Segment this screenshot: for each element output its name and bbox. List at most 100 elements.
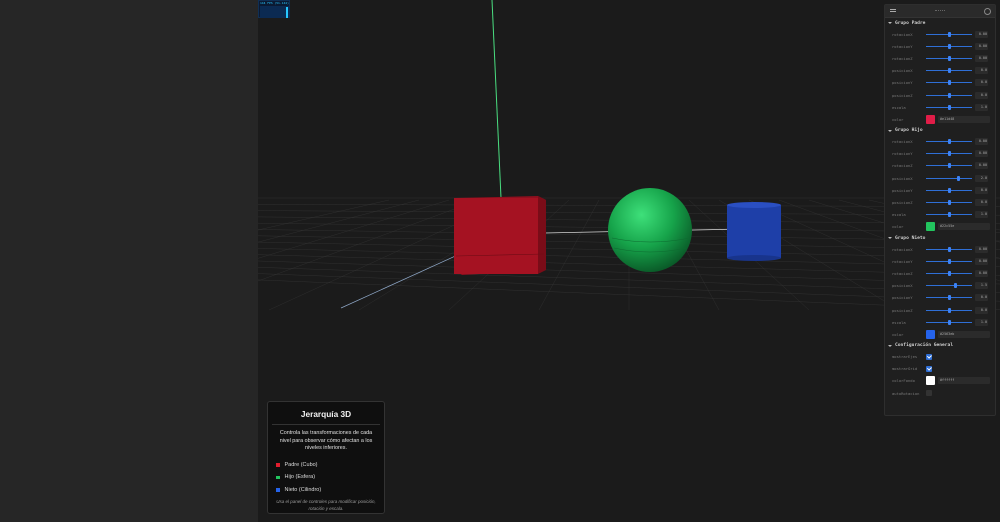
slider-handle[interactable] bbox=[947, 139, 951, 145]
slider[interactable] bbox=[926, 162, 972, 170]
slider-track[interactable] bbox=[926, 177, 972, 179]
number-input[interactable]: 1.0 bbox=[975, 211, 988, 219]
folder-header[interactable]: Configuración General bbox=[885, 341, 995, 351]
fps-stats-panel[interactable]: 144 FPS (51-144) bbox=[258, 0, 290, 18]
slider-handle[interactable] bbox=[947, 212, 951, 218]
color-hex-input[interactable]: #e11d48 bbox=[938, 115, 990, 123]
number-input[interactable]: 1.5 bbox=[975, 282, 988, 290]
folder-title: Grupo Hijo bbox=[895, 128, 923, 133]
color-swatch[interactable] bbox=[926, 376, 935, 386]
caret-down-icon[interactable] bbox=[888, 22, 892, 24]
color-hex-input[interactable]: #22c55e bbox=[938, 223, 990, 231]
caret-down-icon[interactable] bbox=[888, 344, 892, 347]
slider[interactable] bbox=[926, 138, 972, 146]
slider[interactable] bbox=[926, 91, 972, 99]
number-input[interactable]: 0.00 bbox=[975, 138, 988, 146]
slider[interactable] bbox=[926, 245, 972, 253]
slider[interactable] bbox=[926, 150, 972, 158]
slider[interactable] bbox=[926, 269, 972, 277]
number-input[interactable]: 0.00 bbox=[975, 269, 988, 277]
slider[interactable] bbox=[926, 282, 972, 290]
control-row: autoRotacion bbox=[885, 387, 995, 399]
slider-handle[interactable] bbox=[954, 283, 958, 289]
checkbox[interactable] bbox=[926, 390, 932, 397]
number-input[interactable]: 1.0 bbox=[975, 318, 988, 326]
slider-handle[interactable] bbox=[956, 175, 960, 181]
color-swatch[interactable] bbox=[926, 222, 935, 232]
slider[interactable] bbox=[926, 54, 972, 62]
slider-handle[interactable] bbox=[947, 104, 951, 110]
number-input[interactable]: 0.0 bbox=[975, 306, 988, 314]
slider[interactable] bbox=[926, 257, 972, 265]
slider-handle[interactable] bbox=[947, 43, 951, 49]
control-row: posicionZ 0.0 bbox=[885, 89, 995, 101]
color-swatch[interactable] bbox=[926, 329, 935, 339]
control-row: rotacionZ 0.00 bbox=[885, 160, 995, 172]
checkbox[interactable] bbox=[926, 365, 932, 372]
caret-down-icon[interactable] bbox=[888, 237, 892, 239]
control-label: posicionZ bbox=[892, 307, 913, 313]
slider-track[interactable] bbox=[926, 285, 972, 287]
number-input[interactable]: 0.00 bbox=[975, 162, 988, 170]
settings-icon[interactable] bbox=[984, 8, 991, 15]
slider-handle[interactable] bbox=[947, 246, 951, 252]
slider-handle[interactable] bbox=[947, 55, 951, 61]
number-input[interactable]: 0.0 bbox=[975, 67, 988, 75]
number-input[interactable]: 0.00 bbox=[975, 54, 988, 62]
checkbox[interactable] bbox=[926, 353, 932, 360]
folder-header[interactable]: Grupo Padre bbox=[885, 18, 995, 28]
color-hex-input[interactable]: #2563eb bbox=[938, 330, 990, 338]
slider[interactable] bbox=[926, 186, 972, 194]
control-row: rotacionZ 0.00 bbox=[885, 267, 995, 279]
slider-handle[interactable] bbox=[947, 68, 951, 74]
number-input[interactable]: 0.00 bbox=[975, 245, 988, 253]
slider-handle[interactable] bbox=[947, 295, 951, 301]
drag-handle[interactable] bbox=[935, 10, 945, 12]
slider[interactable] bbox=[926, 42, 972, 50]
slider[interactable] bbox=[926, 318, 972, 326]
slider[interactable] bbox=[926, 306, 972, 314]
color-swatch[interactable] bbox=[926, 114, 935, 124]
number-input[interactable]: 0.0 bbox=[975, 199, 988, 207]
control-row: posicionY 0.0 bbox=[885, 184, 995, 196]
slider-handle[interactable] bbox=[947, 31, 951, 37]
slider-handle[interactable] bbox=[947, 163, 951, 169]
slider[interactable] bbox=[926, 294, 972, 302]
number-input[interactable]: 0.00 bbox=[975, 30, 988, 38]
slider[interactable] bbox=[926, 211, 972, 219]
slider-handle[interactable] bbox=[947, 187, 951, 193]
legend: Padre (Cubo) Hijo (Esfera) Nieto (Cilind… bbox=[276, 459, 384, 497]
control-row: rotacionX 0.00 bbox=[885, 28, 995, 40]
slider-handle[interactable] bbox=[947, 270, 951, 276]
slider-handle[interactable] bbox=[947, 92, 951, 98]
number-input[interactable]: 0.00 bbox=[975, 150, 988, 158]
number-input[interactable]: 0.00 bbox=[975, 257, 988, 265]
caret-down-icon[interactable] bbox=[888, 129, 892, 132]
slider[interactable] bbox=[926, 174, 972, 182]
number-input[interactable]: 0.0 bbox=[975, 91, 988, 99]
number-input[interactable]: 1.0 bbox=[975, 103, 988, 111]
number-input[interactable]: 0.00 bbox=[975, 42, 988, 50]
slider[interactable] bbox=[926, 103, 972, 111]
number-input[interactable]: 2.0 bbox=[975, 174, 988, 182]
slider[interactable] bbox=[926, 199, 972, 207]
folder-header[interactable]: Grupo Hijo bbox=[885, 126, 995, 136]
number-input[interactable]: 0.0 bbox=[975, 294, 988, 302]
slider-handle[interactable] bbox=[947, 258, 951, 264]
control-label: rotacionY bbox=[892, 43, 913, 49]
slider-handle[interactable] bbox=[947, 200, 951, 206]
slider[interactable] bbox=[926, 79, 972, 87]
slider[interactable] bbox=[926, 67, 972, 75]
slider-handle[interactable] bbox=[947, 80, 951, 86]
controls-panel-header[interactable] bbox=[885, 5, 995, 18]
slider-handle[interactable] bbox=[947, 307, 951, 313]
number-input[interactable]: 0.0 bbox=[975, 186, 988, 194]
slider-handle[interactable] bbox=[947, 319, 951, 325]
menu-icon[interactable] bbox=[890, 9, 896, 10]
slider[interactable] bbox=[926, 30, 972, 38]
controls-panel[interactable]: Grupo Padre rotacionX 0.00 rotacionY 0.00 rot… bbox=[884, 4, 996, 416]
color-hex-input[interactable]: #ffffff bbox=[938, 377, 990, 385]
slider-handle[interactable] bbox=[947, 151, 951, 157]
folder-header[interactable]: Grupo Nieto bbox=[885, 233, 995, 243]
number-input[interactable]: 0.0 bbox=[975, 79, 988, 87]
